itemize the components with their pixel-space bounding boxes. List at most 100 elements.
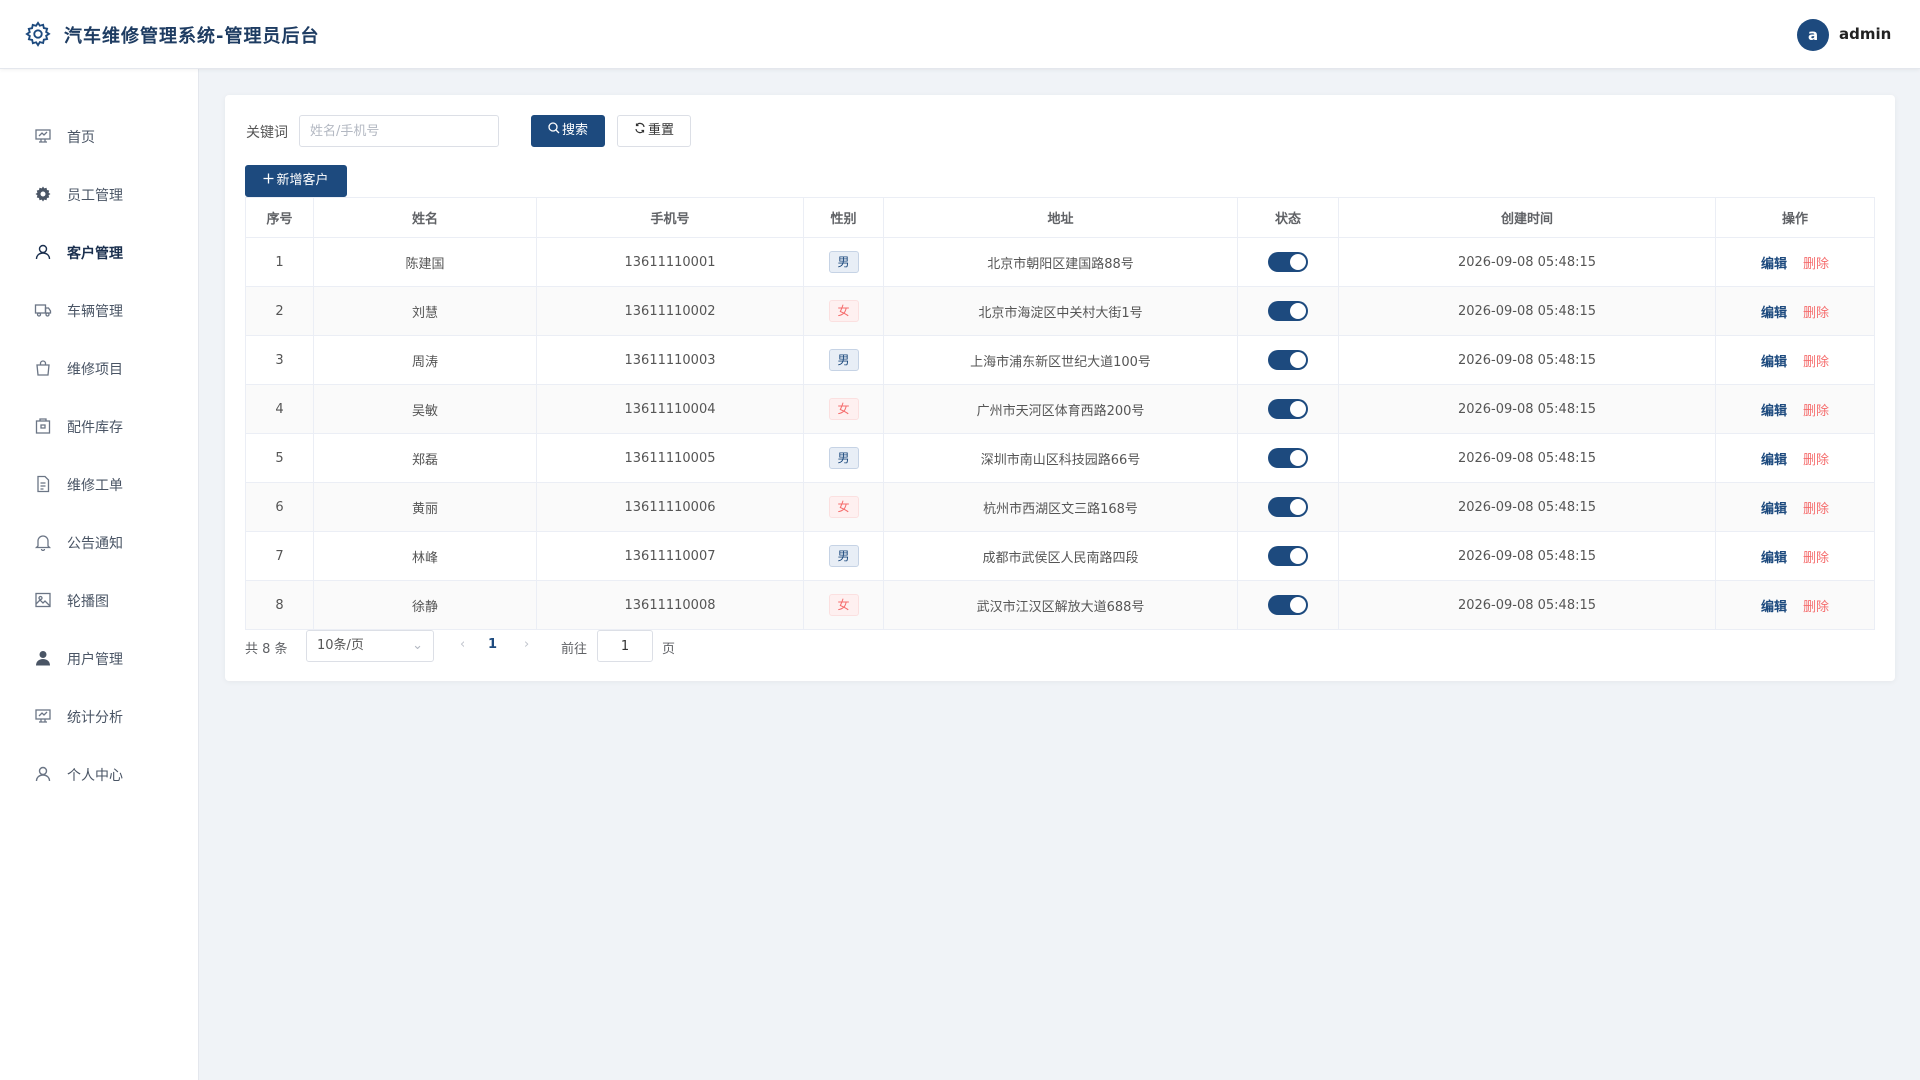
cell-name: 郑磊 — [313, 433, 537, 483]
delete-button[interactable]: 删除 — [1803, 600, 1829, 615]
delete-button[interactable]: 删除 — [1803, 453, 1829, 468]
edit-button[interactable]: 编辑 — [1761, 257, 1787, 272]
gender-tag: 女 — [828, 594, 859, 616]
cell-name: 林峰 — [313, 531, 537, 581]
sidebar-item-home[interactable]: 首页 — [0, 116, 198, 156]
search-button[interactable]: 搜索 — [531, 115, 605, 147]
goto-page-input[interactable] — [597, 630, 653, 662]
status-toggle[interactable] — [1268, 252, 1308, 272]
cell-created: 2026-09-08 05:48:15 — [1338, 384, 1716, 434]
column-header-phone: 手机号 — [536, 197, 804, 238]
cell-actions: 编辑 删除 — [1715, 384, 1875, 434]
edit-button[interactable]: 编辑 — [1761, 502, 1787, 517]
reset-button[interactable]: 重置 — [617, 115, 691, 147]
table-row: 2 刘慧 13611110002 女 北京市海淀区中关村大街1号 2026-09… — [245, 286, 1875, 336]
search-icon — [548, 116, 560, 146]
cell-name: 周涛 — [313, 335, 537, 385]
chart-board-icon — [35, 709, 51, 723]
cell-address: 上海市浦东新区世纪大道100号 — [883, 335, 1238, 385]
sidebar-item-notices[interactable]: 公告通知 — [0, 522, 198, 562]
avatar[interactable]: a — [1797, 19, 1829, 51]
status-toggle[interactable] — [1268, 399, 1308, 419]
cell-index: 1 — [245, 237, 314, 287]
refresh-icon — [634, 116, 646, 146]
table-row: 3 周涛 13611110003 男 上海市浦东新区世纪大道100号 2026-… — [245, 335, 1875, 385]
delete-button[interactable]: 删除 — [1803, 502, 1829, 517]
cell-status — [1237, 531, 1339, 581]
column-header-gender: 性别 — [803, 197, 884, 238]
edit-button[interactable]: 编辑 — [1761, 355, 1787, 370]
cell-status — [1237, 433, 1339, 483]
add-customer-button[interactable]: 新增客户 — [245, 165, 347, 197]
customer-table: 序号 姓名 手机号 性别 地址 状态 创建时间 操作 1 陈建国 1361111… — [245, 197, 1875, 630]
delete-button[interactable]: 删除 — [1803, 257, 1829, 272]
cell-created: 2026-09-08 05:48:15 — [1338, 482, 1716, 532]
page-size-select[interactable]: 10条/页 ⌄ — [306, 630, 434, 662]
cell-address: 深圳市南山区科技园路66号 — [883, 433, 1238, 483]
delete-button[interactable]: 删除 — [1803, 306, 1829, 321]
sidebar-item-users[interactable]: 用户管理 — [0, 638, 198, 678]
cell-phone: 13611110006 — [536, 482, 804, 532]
status-toggle[interactable] — [1268, 546, 1308, 566]
sidebar-item-parts[interactable]: 配件库存 — [0, 406, 198, 446]
sidebar-item-label: 维修工单 — [67, 478, 123, 494]
cell-status — [1237, 580, 1339, 630]
sidebar-item-repair-items[interactable]: 维修项目 — [0, 348, 198, 388]
sidebar-item-label: 配件库存 — [67, 420, 123, 436]
edit-button[interactable]: 编辑 — [1761, 306, 1787, 321]
table-row: 7 林峰 13611110007 男 成都市武侯区人民南路四段 2026-09-… — [245, 531, 1875, 581]
delete-button[interactable]: 删除 — [1803, 355, 1829, 370]
toggle-knob — [1290, 254, 1306, 270]
gender-tag: 女 — [828, 496, 859, 518]
page-number[interactable]: 1 — [488, 637, 497, 652]
app-title: 汽车维修管理系统-管理员后台 — [64, 26, 320, 47]
search-input[interactable] — [299, 115, 499, 147]
search-button-label: 搜索 — [561, 123, 588, 138]
gender-tag: 男 — [828, 545, 859, 567]
status-toggle[interactable] — [1268, 448, 1308, 468]
sidebar-item-carousel[interactable]: 轮播图 — [0, 580, 198, 620]
cell-phone: 13611110005 — [536, 433, 804, 483]
username[interactable]: admin — [1839, 25, 1891, 43]
table-row: 8 徐静 13611110008 女 武汉市江汉区解放大道688号 2026-0… — [245, 580, 1875, 630]
edit-button[interactable]: 编辑 — [1761, 600, 1787, 615]
cell-index: 5 — [245, 433, 314, 483]
cell-created: 2026-09-08 05:48:15 — [1338, 286, 1716, 336]
toggle-knob — [1290, 450, 1306, 466]
sidebar-item-profile[interactable]: 个人中心 — [0, 754, 198, 794]
status-toggle[interactable] — [1268, 301, 1308, 321]
next-page-icon[interactable]: › — [524, 637, 529, 652]
sidebar-item-label: 用户管理 — [67, 652, 123, 668]
status-toggle[interactable] — [1268, 350, 1308, 370]
cell-phone: 13611110001 — [536, 237, 804, 287]
edit-button[interactable]: 编辑 — [1761, 551, 1787, 566]
box-icon — [35, 418, 51, 434]
sidebar-item-work-orders[interactable]: 维修工单 — [0, 464, 198, 504]
prev-page-icon[interactable]: ‹ — [460, 637, 465, 652]
sidebar-item-customers[interactable]: 客户管理 — [0, 232, 198, 272]
sidebar-item-vehicles[interactable]: 车辆管理 — [0, 290, 198, 330]
gear-icon — [35, 186, 51, 202]
cell-actions: 编辑 删除 — [1715, 531, 1875, 581]
sidebar-item-staff[interactable]: 员工管理 — [0, 174, 198, 214]
cell-status — [1237, 384, 1339, 434]
sidebar-item-label: 车辆管理 — [67, 304, 123, 320]
column-header-name: 姓名 — [313, 197, 537, 238]
cell-actions: 编辑 删除 — [1715, 286, 1875, 336]
delete-button[interactable]: 删除 — [1803, 404, 1829, 419]
cell-name: 刘慧 — [313, 286, 537, 336]
document-icon — [37, 475, 50, 493]
cell-index: 8 — [245, 580, 314, 630]
cell-address: 北京市朝阳区建国路88号 — [883, 237, 1238, 287]
edit-button[interactable]: 编辑 — [1761, 404, 1787, 419]
status-toggle[interactable] — [1268, 497, 1308, 517]
sidebar: 首页 员工管理 客户管理 车辆管理 维修项目 配件库存 维修工单 公告通知 轮播… — [0, 69, 199, 1080]
status-toggle[interactable] — [1268, 595, 1308, 615]
goto-label: 前往 — [561, 642, 588, 657]
delete-button[interactable]: 删除 — [1803, 551, 1829, 566]
table-row: 5 郑磊 13611110005 男 深圳市南山区科技园路66号 2026-09… — [245, 433, 1875, 483]
toggle-knob — [1290, 548, 1306, 564]
sidebar-item-label: 轮播图 — [67, 594, 109, 610]
sidebar-item-statistics[interactable]: 统计分析 — [0, 696, 198, 736]
edit-button[interactable]: 编辑 — [1761, 453, 1787, 468]
